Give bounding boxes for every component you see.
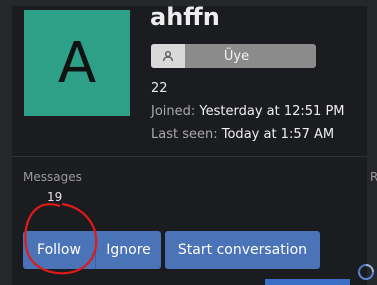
role-label: Üye	[223, 48, 250, 64]
lastseen-label: Last seen:	[151, 127, 218, 142]
recaptcha-icon	[358, 264, 374, 280]
role-badge: Üye	[151, 44, 316, 68]
page-background-fragment	[265, 279, 350, 285]
age: 22	[151, 81, 168, 96]
joined-line: Joined: Yesterday at 12:51 PM	[151, 104, 345, 119]
right-edge	[367, 0, 377, 285]
start-conversation-button[interactable]: Start conversation	[165, 231, 320, 269]
user-icon	[151, 44, 185, 68]
lastseen-line: Last seen: Today at 1:57 AM	[151, 127, 334, 142]
background-strip	[0, 0, 12, 285]
member-tooltip: A ahffn Üye 22 Joined: Yesterday at 12:5…	[0, 0, 377, 285]
follow-button[interactable]: Follow	[23, 231, 95, 269]
joined-label: Joined:	[151, 104, 196, 119]
joined-value: Yesterday at 12:51 PM	[199, 104, 345, 119]
ignore-button[interactable]: Ignore	[95, 231, 161, 269]
messages-value[interactable]: 19	[47, 190, 62, 204]
username[interactable]: ahffn	[150, 3, 220, 31]
divider	[12, 156, 367, 157]
avatar[interactable]: A	[24, 10, 130, 116]
messages-label: Messages	[23, 170, 82, 184]
clipped-stat-label: R	[370, 170, 377, 184]
avatar-letter: A	[57, 30, 97, 96]
lastseen-value: Today at 1:57 AM	[221, 127, 335, 142]
